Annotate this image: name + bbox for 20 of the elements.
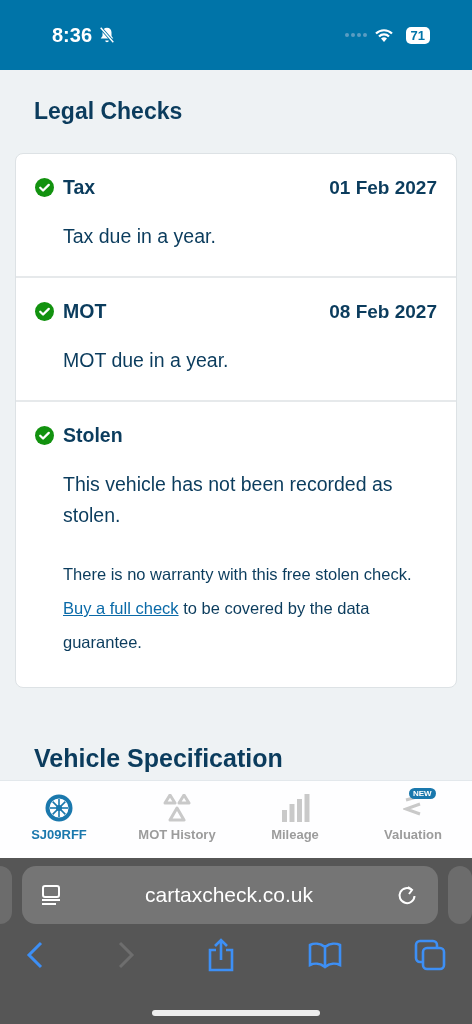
nav-tab[interactable]: MOT History	[118, 781, 236, 858]
check-description: This vehicle has not been recorded as stolen.	[63, 472, 394, 528]
check-description: Tax due in a year.	[63, 224, 217, 249]
warranty-note: There is no warranty with this free stolen check. Buy a full check to be covered by the data guarantee.	[63, 564, 413, 653]
buy-full-check-link[interactable]: Buy a full check	[63, 599, 179, 617]
check-description: MOT due in a year.	[63, 348, 230, 373]
check-date: 08 Feb 2027	[329, 300, 437, 323]
address-bar[interactable]: cartaxcheck.co.uk	[22, 866, 438, 924]
battery-indicator: 71	[405, 26, 430, 44]
nav-tab[interactable]: SJ09RFF	[0, 781, 118, 858]
section-heading: Legal Checks	[34, 98, 184, 125]
check-title: Stolen	[63, 424, 123, 447]
new-badge: NEW	[409, 788, 436, 799]
url-text: cartaxcheck.co.uk	[143, 883, 315, 907]
check-title: Tax	[63, 176, 96, 199]
nav-tab[interactable]: Mileage	[236, 781, 354, 858]
check-date: 01 Feb 2027	[329, 176, 437, 199]
status-time: 8:36	[52, 23, 93, 47]
section-heading: Vehicle Specification	[34, 744, 284, 773]
check-title: MOT	[63, 300, 107, 323]
